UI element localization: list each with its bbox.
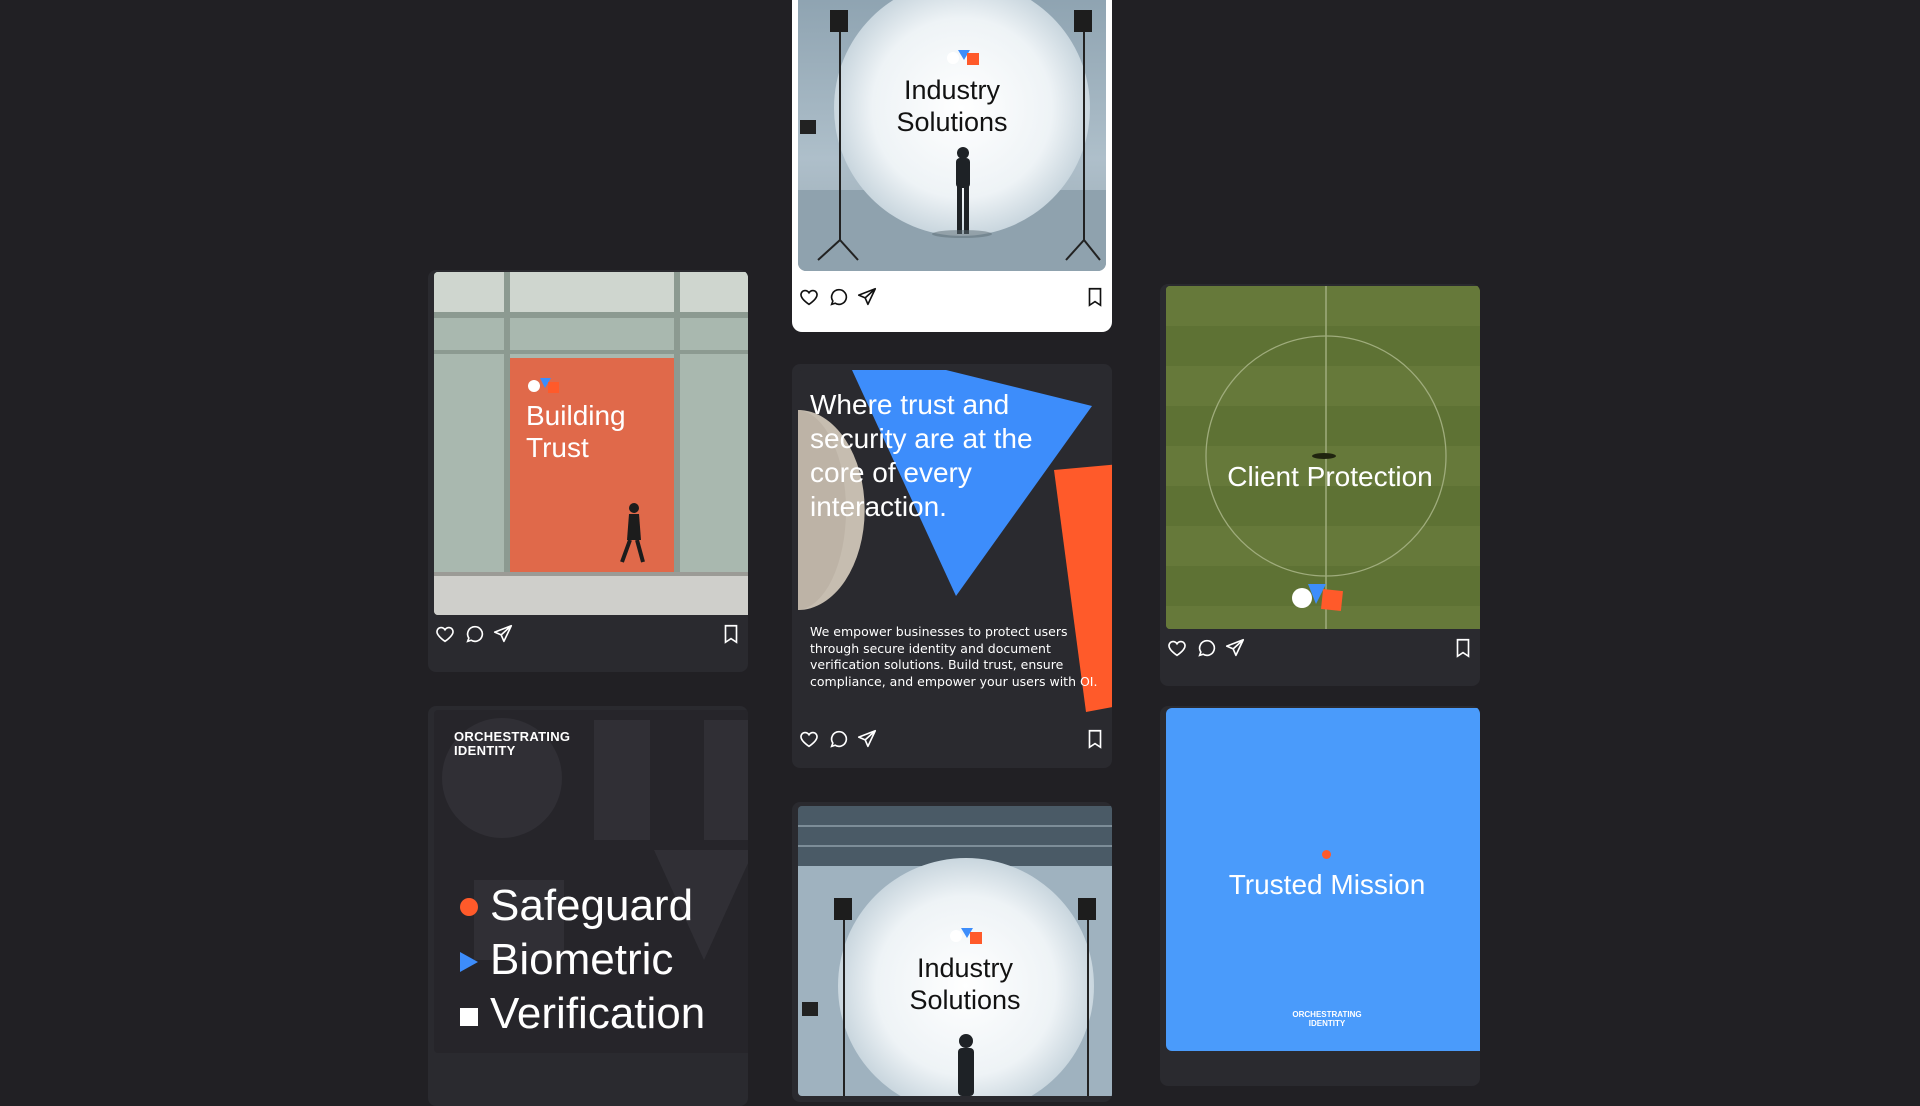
feature-label: Safeguard <box>490 881 694 930</box>
bookmark-icon[interactable] <box>720 623 742 645</box>
square-bullet <box>460 1008 478 1026</box>
post-orchestrating-identity: ORCHESTRATING IDENTITY Safeguard Biometr… <box>428 706 748 1106</box>
post-building-trust: Building Trust <box>428 270 748 672</box>
post-title-line1: Industry <box>903 75 1001 105</box>
headline-line1: Where trust and <box>810 389 1010 420</box>
share-icon[interactable] <box>856 728 878 750</box>
body-line1: We empower businesses to protect users <box>810 624 1068 639</box>
post-title-line2: Trust <box>526 432 589 463</box>
post-actions <box>798 728 1106 752</box>
share-icon[interactable] <box>1224 637 1246 659</box>
share-icon[interactable] <box>856 286 878 308</box>
football-pitch <box>1166 286 1480 629</box>
post-trusted-mission: Trusted Mission ORCHESTRATING IDENTITY <box>1160 706 1480 1086</box>
post-image: Industry Solutions <box>798 806 1112 1096</box>
circle-bullet <box>460 898 478 916</box>
canvas: { "posts": { "industry_top": { "title_li… <box>0 0 1920 1106</box>
comment-icon[interactable] <box>828 728 850 750</box>
post-image: ORCHESTRATING IDENTITY Safeguard Biometr… <box>434 710 748 1053</box>
post-title-line2: Solutions <box>896 107 1008 137</box>
post-title-line1: Building <box>526 400 626 431</box>
triangle-bullet <box>460 952 478 972</box>
feature-label: Biometric <box>490 935 674 984</box>
post-actions <box>798 286 1106 310</box>
feature-label: Verification <box>490 989 706 1038</box>
post-image: Client Protection <box>1166 286 1480 629</box>
post-title-line2: Solutions <box>909 985 1021 1015</box>
comment-icon[interactable] <box>828 286 850 308</box>
heart-icon[interactable] <box>798 728 820 750</box>
body-line2: through secure identity and document <box>810 640 1051 656</box>
brand-line2: IDENTITY <box>1308 1019 1346 1028</box>
post-title-line1: Industry <box>916 953 1014 983</box>
comment-icon[interactable] <box>464 623 486 645</box>
body-line4: compliance, and empower your users with … <box>810 673 1098 689</box>
share-icon[interactable] <box>492 623 514 645</box>
headline-line3: core of every <box>810 457 972 488</box>
post-image: Trusted Mission ORCHESTRATING IDENTITY <box>1166 708 1480 1051</box>
comment-icon[interactable] <box>1196 637 1218 659</box>
post-title: Client Protection <box>1227 461 1433 492</box>
bookmark-icon[interactable] <box>1452 637 1474 659</box>
post-image: Where trust and security are at the core… <box>798 370 1112 712</box>
post-actions <box>434 623 742 647</box>
orange-dot <box>1322 850 1331 859</box>
post-image: Building Trust <box>434 272 748 615</box>
heart-icon[interactable] <box>434 623 456 645</box>
bookmark-icon[interactable] <box>1084 286 1106 308</box>
headline-line2: security are at the <box>810 423 1033 454</box>
post-client-protection: Client Protection <box>1160 284 1480 686</box>
brand-line2: IDENTITY <box>454 743 516 758</box>
brand-line1: ORCHESTRATING <box>1292 1010 1362 1019</box>
brand-line1: ORCHESTRATING <box>454 729 571 744</box>
post-industry-solutions-bottom: Industry Solutions <box>792 802 1112 1102</box>
post-industry-solutions-top: Industry Solutions <box>792 0 1112 332</box>
bookmark-icon[interactable] <box>1084 728 1106 750</box>
studio-scene <box>798 806 1112 1096</box>
post-actions <box>1166 637 1474 661</box>
headline-line4: interaction. <box>810 491 947 522</box>
post-image: Industry Solutions <box>798 0 1106 271</box>
body-line3: verification solutions. Build trust, ens… <box>810 657 1064 672</box>
post-title: Trusted Mission <box>1228 869 1426 900</box>
heart-icon[interactable] <box>798 286 820 308</box>
heart-icon[interactable] <box>1166 637 1188 659</box>
post-trust-quote: Where trust and security are at the core… <box>792 364 1112 768</box>
